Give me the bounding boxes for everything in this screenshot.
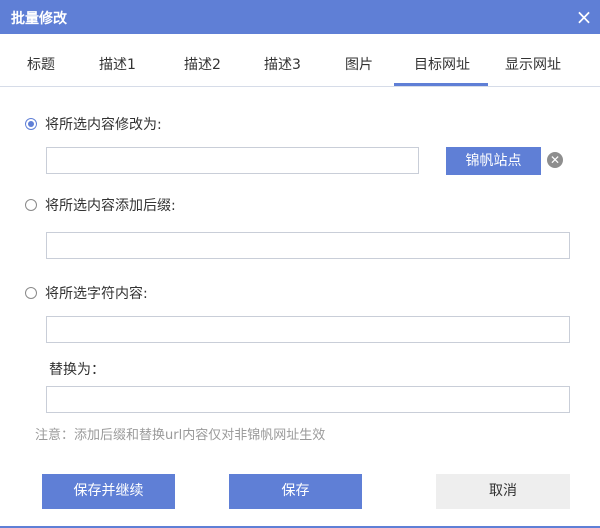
radio-suffix[interactable] <box>25 199 37 211</box>
option-replace[interactable]: 将所选内容修改为: <box>25 114 162 134</box>
tab-bar: 标题 描述1 描述2 描述3 图片 目标网址 显示网址 <box>0 34 600 87</box>
save-continue-button[interactable]: 保存并继续 <box>42 474 175 509</box>
tab-desc3[interactable]: 描述3 <box>264 54 301 74</box>
tab-desc2[interactable]: 描述2 <box>184 54 221 74</box>
save-button[interactable]: 保存 <box>229 474 362 509</box>
option-replace-label: 将所选内容修改为: <box>45 117 162 133</box>
close-icon[interactable]: × <box>574 7 594 27</box>
dialog-titlebar: 批量修改 × <box>0 0 600 34</box>
replace-input[interactable] <box>46 147 419 174</box>
site-button[interactable]: 锦帆站点 <box>446 147 541 175</box>
tab-display-url[interactable]: 显示网址 <box>505 54 561 74</box>
tab-image[interactable]: 图片 <box>345 54 373 74</box>
option-suffix-label: 将所选内容添加后缀: <box>45 198 176 214</box>
suffix-input[interactable] <box>46 232 570 259</box>
option-suffix[interactable]: 将所选内容添加后缀: <box>25 195 176 215</box>
radio-replace[interactable] <box>25 118 37 130</box>
option-chars[interactable]: 将所选字符内容: <box>25 283 148 303</box>
note-text: 注意：添加后缀和替换url内容仅对非锦帆网址生效 <box>35 428 326 443</box>
tab-title[interactable]: 标题 <box>27 54 55 74</box>
replace-with-label: 替换为： <box>49 362 105 378</box>
cancel-button[interactable]: 取消 <box>436 474 570 509</box>
dialog-title: 批量修改 <box>11 11 67 27</box>
active-tab-indicator <box>394 83 488 86</box>
tab-desc1[interactable]: 描述1 <box>99 54 136 74</box>
replace-with-input[interactable] <box>46 386 570 413</box>
tab-target-url[interactable]: 目标网址 <box>414 54 470 74</box>
clear-circle-icon[interactable]: ✕ <box>547 152 563 168</box>
chars-input[interactable] <box>46 316 570 343</box>
option-chars-label: 将所选字符内容: <box>45 286 148 302</box>
radio-chars[interactable] <box>25 287 37 299</box>
